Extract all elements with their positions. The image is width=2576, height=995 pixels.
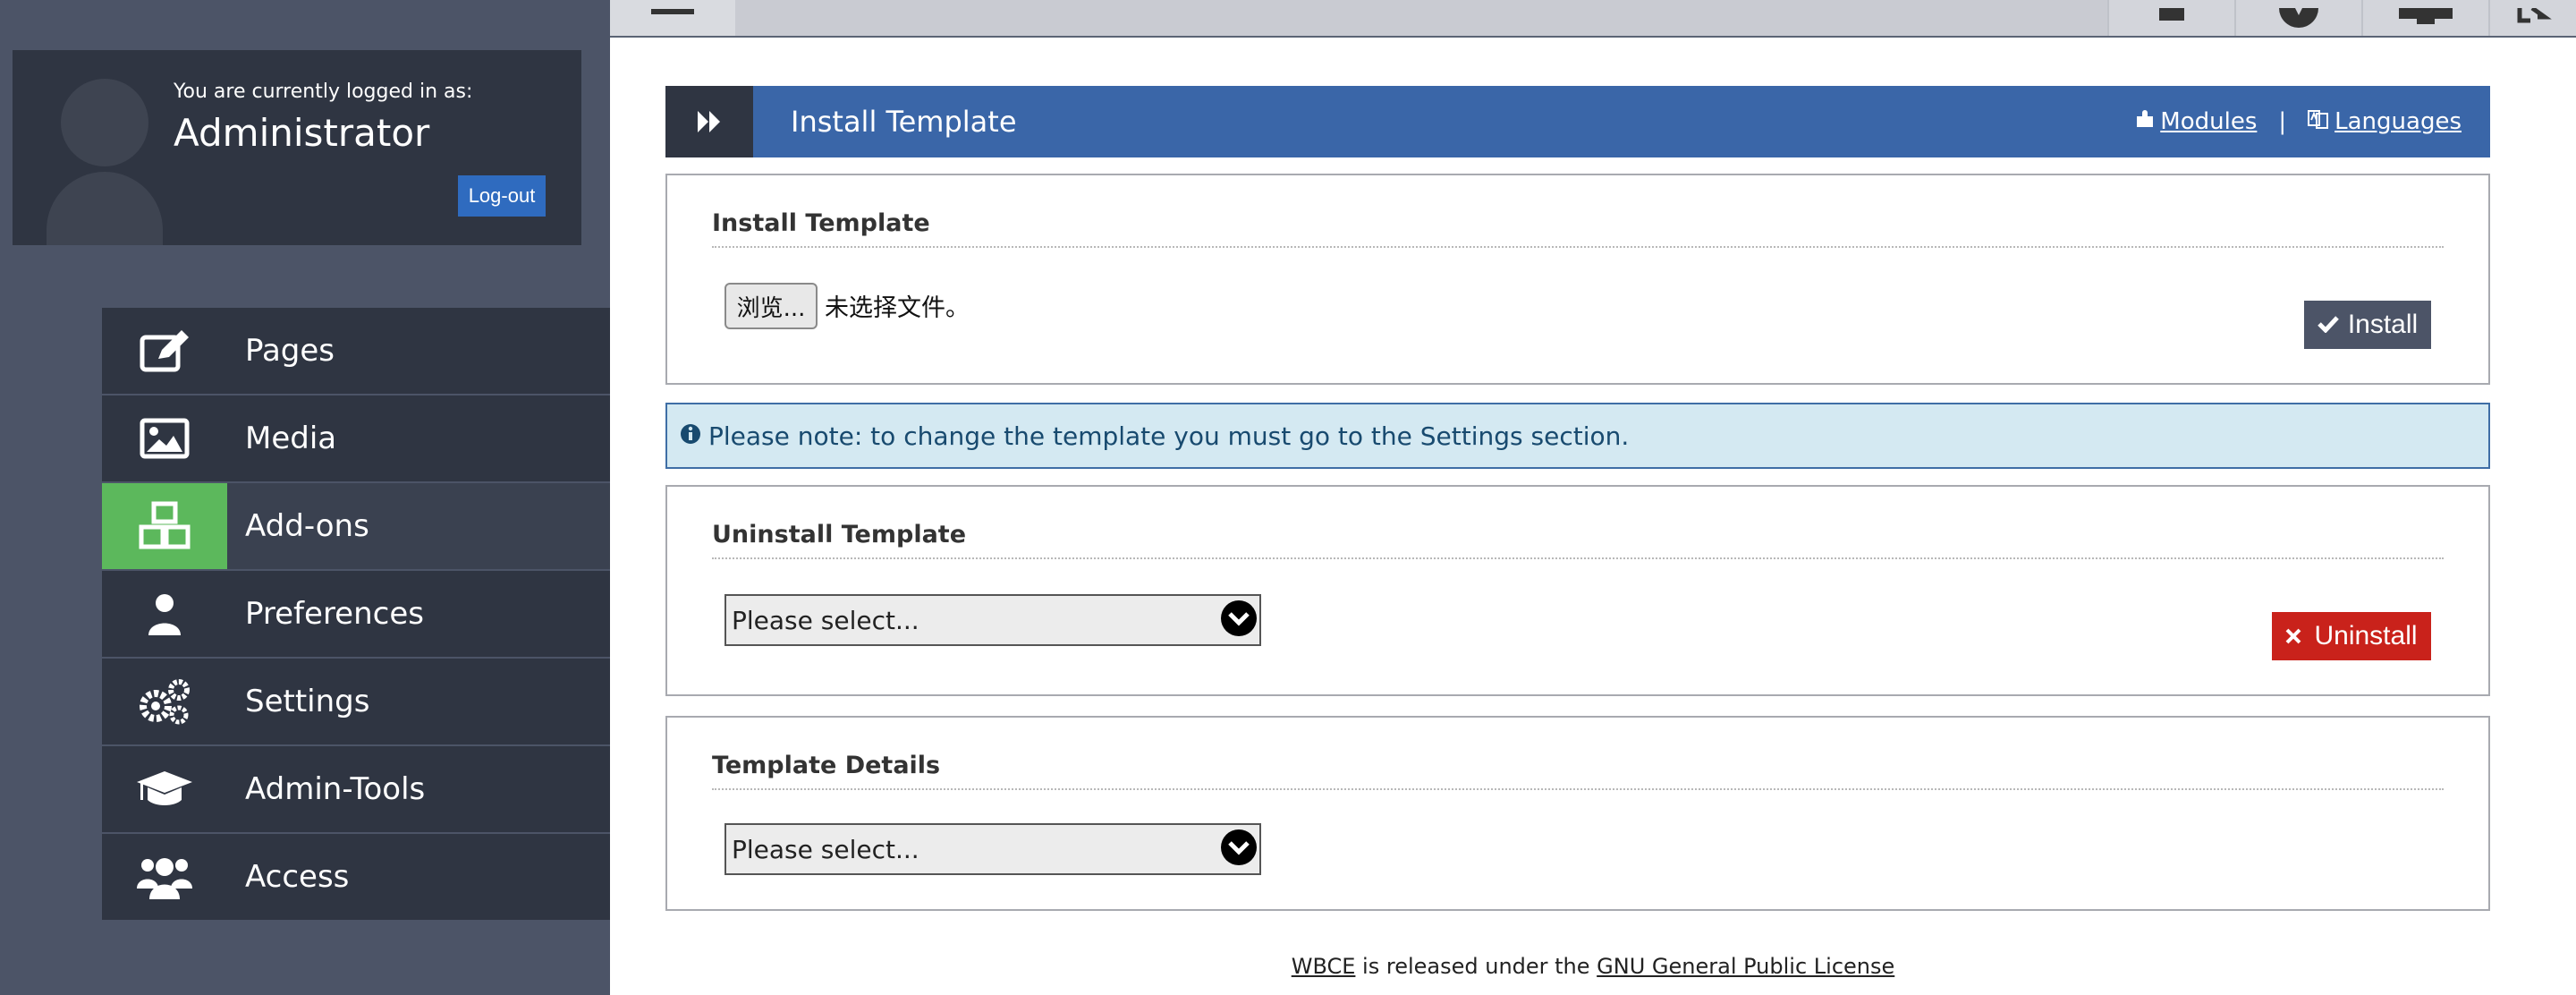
cubes-icon (102, 483, 227, 569)
uninstall-template-heading: Uninstall Template (712, 521, 2444, 559)
top-bar (610, 0, 2576, 38)
details-select-value: Please select... (732, 834, 919, 864)
uninstall-select-value: Please select... (732, 605, 919, 635)
uninstall-button[interactable]: Uninstall (2272, 612, 2431, 660)
user-name: Administrator (174, 111, 430, 155)
nav-label-media: Media (245, 421, 337, 456)
graduation-cap-icon (102, 746, 227, 832)
install-button[interactable]: Install (2304, 301, 2431, 349)
puzzle-icon (2135, 108, 2155, 135)
edit-icon (102, 308, 227, 394)
nav-label-access: Access (245, 859, 350, 895)
install-template-heading: Install Template (712, 209, 2444, 248)
uninstall-button-label: Uninstall (2314, 621, 2418, 651)
nav-item-preferences[interactable]: Preferences (102, 571, 610, 657)
notice-text: Please note: to change the template you … (708, 421, 1630, 451)
user-icon (102, 571, 227, 657)
link-separator: | (2278, 108, 2287, 135)
home-icon[interactable] (2107, 0, 2234, 36)
language-icon (2308, 108, 2329, 135)
nav-label-settings: Settings (245, 684, 370, 719)
page-title-bar: Install Template Modules | Languages (665, 86, 2490, 157)
chevron-down-icon (1220, 829, 1258, 870)
compass-icon[interactable] (2234, 0, 2361, 36)
wbce-link[interactable]: WBCE (1292, 954, 1356, 979)
nav-item-settings[interactable]: Settings (102, 659, 610, 744)
sidebar: You are currently logged in as: Administ… (0, 0, 610, 995)
file-status-text: 未选择文件。 (825, 294, 970, 322)
logout-button[interactable]: Log-out (458, 175, 546, 217)
install-button-label: Install (2347, 310, 2419, 339)
image-icon (102, 395, 227, 481)
browse-file-button[interactable]: 浏览... (724, 283, 818, 329)
avatar (47, 64, 163, 245)
sign-out-icon[interactable] (2488, 0, 2576, 36)
template-details-select[interactable]: Please select... (724, 823, 1261, 875)
chevron-down-icon (1220, 600, 1258, 641)
nav-item-admin-tools[interactable]: Admin-Tools (102, 746, 610, 832)
nav-item-add-ons[interactable]: Add-ons (102, 483, 610, 569)
double-chevron-right-icon (665, 86, 753, 157)
avatar-head (61, 79, 148, 166)
nav-label-admin-tools: Admin-Tools (245, 771, 426, 807)
nav-item-access[interactable]: Access (102, 834, 610, 920)
nav-label-pages: Pages (245, 333, 335, 369)
logged-in-label: You are currently logged in as: (174, 81, 473, 103)
check-icon (2318, 310, 2339, 340)
user-box: You are currently logged in as: Administ… (13, 50, 581, 245)
main-nav: Pages Media Add-ons Preferences Settings (102, 308, 610, 922)
gears-icon (102, 659, 227, 744)
times-icon (2285, 621, 2301, 651)
menu-icon[interactable] (610, 0, 735, 36)
uninstall-template-select[interactable]: Please select... (724, 594, 1261, 646)
modules-link[interactable]: Modules (2160, 108, 2257, 135)
footer-text: is released under the (1355, 954, 1597, 979)
nav-label-add-ons: Add-ons (245, 508, 369, 544)
footer: WBCE is released under the GNU General P… (610, 954, 2576, 979)
info-notice: Please note: to change the template you … (665, 403, 2490, 469)
avatar-body (47, 172, 163, 245)
template-details-heading: Template Details (712, 752, 2444, 790)
main-content: Install Template Modules | Languages Ins… (610, 38, 2576, 995)
gpl-link[interactable]: GNU General Public License (1597, 954, 1894, 979)
title-links: Modules | Languages (2135, 86, 2462, 157)
languages-link[interactable]: Languages (2334, 108, 2462, 135)
info-icon (680, 421, 701, 451)
template-details-panel: Template Details Please select... (665, 716, 2490, 911)
page-title: Install Template (791, 105, 1017, 139)
users-icon (102, 834, 227, 920)
nav-label-preferences: Preferences (245, 596, 424, 632)
desktop-icon[interactable] (2361, 0, 2488, 36)
nav-item-media[interactable]: Media (102, 395, 610, 481)
uninstall-template-panel: Uninstall Template Please select... Unin… (665, 485, 2490, 696)
install-template-panel: Install Template 浏览... 未选择文件。 Install (665, 174, 2490, 385)
nav-item-pages[interactable]: Pages (102, 308, 610, 394)
